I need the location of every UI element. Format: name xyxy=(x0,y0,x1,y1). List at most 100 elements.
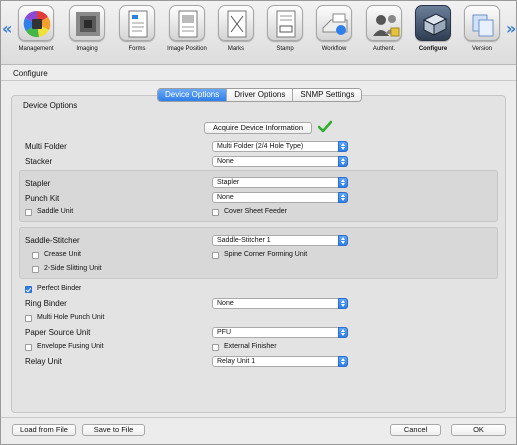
tool-label: Marks xyxy=(227,46,245,52)
save-to-file-button[interactable]: Save to File xyxy=(82,424,145,436)
checkbox-box xyxy=(25,208,32,216)
marks-icon xyxy=(218,5,254,41)
select-value: Stapler xyxy=(217,179,240,186)
external-finisher-checkbox[interactable]: External Finisher xyxy=(212,343,277,351)
stapler-select[interactable]: Stapler xyxy=(212,177,348,188)
stacker-label: Stacker xyxy=(25,157,53,166)
tool-label: Configure xyxy=(418,46,448,52)
select-value: None xyxy=(217,158,234,165)
punch-kit-select[interactable]: None xyxy=(212,192,348,203)
configure-window: « Management Imaging Forms Image Positio… xyxy=(0,0,517,445)
tab-bar: Device Options Driver Options SNMP Setti… xyxy=(157,88,363,102)
updown-arrows-icon xyxy=(338,235,348,246)
tool-label: Stamp xyxy=(276,46,294,52)
checkbox-label: Envelope Fusing Unit xyxy=(37,343,104,350)
checkbox-box xyxy=(32,251,39,259)
select-value: Multi Folder (2/4 Hole Type) xyxy=(217,143,304,150)
tool-version[interactable]: Version xyxy=(457,5,507,63)
checkbox-label: Spine Corner Forming Unit xyxy=(224,251,308,258)
select-value: PFU xyxy=(217,329,231,336)
spine-corner-forming-unit-checkbox[interactable]: Spine Corner Forming Unit xyxy=(212,251,307,259)
envelope-fusing-unit-checkbox[interactable]: Envelope Fusing Unit xyxy=(25,343,104,351)
load-from-file-button[interactable]: Load from File xyxy=(12,424,76,436)
checkbox-label: External Finisher xyxy=(224,343,277,350)
tool-authent[interactable]: Authent. xyxy=(359,5,409,63)
saddle-unit-checkbox[interactable]: Saddle Unit xyxy=(25,208,73,216)
tab-device-options[interactable]: Device Options xyxy=(158,89,228,101)
tool-label: Authent. xyxy=(372,46,396,52)
tool-stamp[interactable]: Stamp xyxy=(260,5,310,63)
checkbox-label: Cover Sheet Feeder xyxy=(224,208,288,215)
checkbox-box xyxy=(212,343,219,351)
checkbox-box xyxy=(25,343,32,351)
cancel-button[interactable]: Cancel xyxy=(390,424,441,436)
cover-sheet-feeder-checkbox[interactable]: Cover Sheet Feeder xyxy=(212,208,287,216)
select-value: Relay Unit 1 xyxy=(217,358,256,365)
acquire-device-info-button[interactable]: Acquire Device Information xyxy=(204,122,312,134)
select-value: None xyxy=(217,300,234,307)
updown-arrows-icon xyxy=(338,356,348,367)
multi-hole-punch-unit-checkbox[interactable]: Multi Hole Punch Unit xyxy=(25,314,104,322)
tool-label: Imaging xyxy=(76,46,98,52)
checkbox-label: 2-Side Slitting Unit xyxy=(44,265,102,272)
select-value: None xyxy=(217,194,234,201)
management-icon xyxy=(18,5,54,41)
ok-button[interactable]: OK xyxy=(451,424,506,436)
tool-workflow[interactable]: Workflow xyxy=(309,5,359,63)
ring-binder-select[interactable]: None xyxy=(212,298,348,309)
version-icon xyxy=(464,5,500,41)
divider xyxy=(1,80,516,81)
tool-imaging[interactable]: Imaging xyxy=(62,5,112,63)
updown-arrows-icon xyxy=(338,192,348,203)
stapler-label: Stapler xyxy=(25,179,51,188)
checkbox-label: Saddle Unit xyxy=(37,208,74,215)
tool-configure[interactable]: Configure xyxy=(408,5,458,63)
tool-label: Image Position xyxy=(167,46,207,52)
stacker-select[interactable]: None xyxy=(212,156,348,167)
multi-folder-select[interactable]: Multi Folder (2/4 Hole Type) xyxy=(212,141,348,152)
forms-icon xyxy=(119,5,155,41)
group-title: Device Options xyxy=(23,101,78,110)
paper-source-unit-select[interactable]: PFU xyxy=(212,327,348,338)
checkbox-label: Multi Hole Punch Unit xyxy=(37,314,105,321)
checkbox-box xyxy=(212,251,219,259)
authentication-icon xyxy=(366,5,402,41)
perfect-binder-checkbox[interactable]: Perfect Binder xyxy=(25,285,81,293)
updown-arrows-icon xyxy=(338,177,348,188)
relay-unit-label: Relay Unit xyxy=(25,357,62,366)
tab-snmp-settings[interactable]: SNMP Settings xyxy=(293,89,362,101)
select-value: Saddle-Stitcher 1 xyxy=(217,237,271,244)
checkbox-box xyxy=(212,208,219,216)
scroll-right-icon[interactable]: » xyxy=(506,21,516,37)
stamp-icon xyxy=(267,5,303,41)
crease-unit-checkbox[interactable]: Crease Unit xyxy=(32,251,81,259)
section-title: Configure xyxy=(13,69,48,78)
tool-marks[interactable]: Marks xyxy=(211,5,261,63)
image-position-icon xyxy=(169,5,205,41)
updown-arrows-icon xyxy=(338,156,348,167)
checkbox-box xyxy=(25,314,32,322)
punch-kit-label: Punch Kit xyxy=(25,194,60,203)
updown-arrows-icon xyxy=(338,141,348,152)
updown-arrows-icon xyxy=(338,298,348,309)
saddle-stitcher-select[interactable]: Saddle-Stitcher 1 xyxy=(212,235,348,246)
tool-label: Version xyxy=(471,46,492,52)
tool-management[interactable]: Management xyxy=(11,5,61,63)
configure-icon xyxy=(415,5,451,41)
two-side-slitting-unit-checkbox[interactable]: 2-Side Slitting Unit xyxy=(32,265,102,273)
updown-arrows-icon xyxy=(338,327,348,338)
divider xyxy=(1,417,516,418)
checkbox-box xyxy=(32,265,39,273)
tool-label: Forms xyxy=(128,46,146,52)
tool-label: Workflow xyxy=(321,46,347,52)
saddle-stitcher-label: Saddle-Stitcher xyxy=(25,236,80,245)
tool-forms[interactable]: Forms xyxy=(112,5,162,63)
tool-image-position[interactable]: Image Position xyxy=(162,5,212,63)
checkbox-label: Perfect Binder xyxy=(37,285,82,292)
relay-unit-select[interactable]: Relay Unit 1 xyxy=(212,356,348,367)
tab-driver-options[interactable]: Driver Options xyxy=(227,89,294,101)
checkbox-label: Crease Unit xyxy=(44,251,81,258)
imaging-icon xyxy=(69,5,105,41)
workflow-icon xyxy=(316,5,352,41)
success-check-icon xyxy=(318,120,332,133)
